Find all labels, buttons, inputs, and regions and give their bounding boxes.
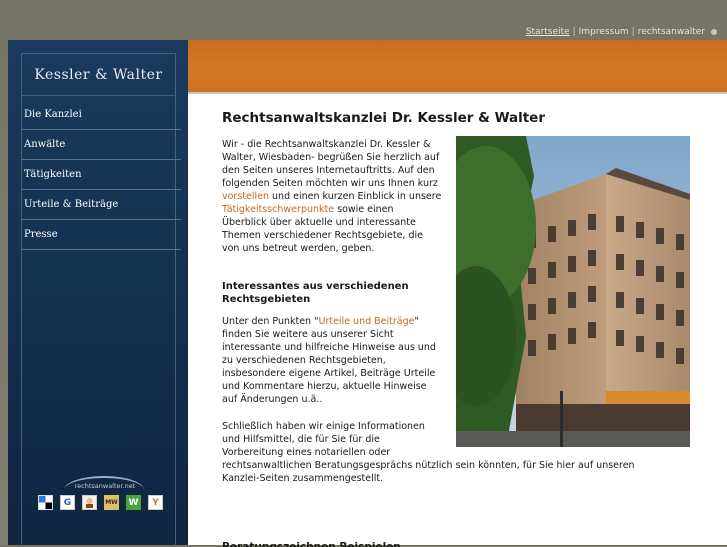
text-line: interessante und hilfreiche Hinweise aus…	[222, 342, 436, 353]
text-fragment: sowie einen	[334, 204, 394, 215]
misterwong-icon[interactable]	[82, 495, 97, 510]
yigg-glyph: Y	[152, 497, 159, 508]
google-glyph: G	[63, 497, 72, 508]
bookmark-icons: G MW W Y	[38, 495, 163, 510]
building-photo	[456, 136, 690, 447]
nav-item-presse[interactable]: Presse	[22, 220, 181, 250]
mrwong-icon[interactable]: MW	[104, 495, 119, 510]
brand-logo[interactable]: Kessler & Walter	[22, 67, 175, 83]
yigg-icon[interactable]: Y	[148, 495, 163, 510]
heading-line: Rechtsgebieten	[222, 294, 311, 305]
text-line: insbesondere eigene Artikel, Beiträge Ur…	[222, 368, 436, 379]
webnews-glyph: W	[128, 497, 139, 508]
main-content: Rechtsanwaltskanzlei Dr. Kessler & Walte…	[188, 92, 727, 547]
text-line: Kanzlei-Seiten zusammengestellt.	[222, 473, 384, 484]
nav-item-taetigkeiten[interactable]: Tätigkeiten	[22, 160, 181, 190]
text-line: Überblick über aktuelle und interessante	[222, 217, 416, 228]
section-heading: Interessantes aus verschiedenen Rechtsge…	[222, 280, 409, 306]
sidebar: Kessler & Walter Die Kanzlei Anwälte Tät…	[8, 40, 189, 546]
text-fragment: "	[414, 316, 419, 327]
link-rechtsanwalter[interactable]: rechtsanwalter	[638, 27, 705, 37]
hilfsmittel-paragraph: Schließlich haben wir einige Information…	[222, 420, 702, 485]
text-line: Schließlich haben wir einige Information…	[222, 421, 425, 432]
link-startseite[interactable]: Startseite	[526, 27, 570, 37]
text-fragment: Unter den Punkten "	[222, 316, 319, 327]
intro-paragraph: Wir - die Rechtsanwaltskanzlei Dr. Kessl…	[222, 138, 454, 255]
main-nav: Die Kanzlei Anwälte Tätigkeiten Urteile …	[22, 100, 181, 250]
separator: |	[631, 27, 635, 37]
text-line: vorstellen und einen kurzen Einblick in …	[222, 190, 454, 203]
text-fragment: und einen kurzen Einblick in unsere	[269, 191, 442, 202]
logo-text: rechtsanwalter.net	[74, 482, 136, 490]
text-line: Tätigkeitsschwerpunkte sowie einen	[222, 203, 454, 216]
delicious-icon[interactable]	[38, 495, 53, 510]
link-impressum[interactable]: Impressum	[579, 27, 629, 37]
link-urteile-und-beitraege[interactable]: Urteile und Beiträge	[318, 316, 414, 327]
text-line: und Hilfsmittel, die für Sie für die	[222, 434, 380, 445]
bullet-icon	[711, 29, 717, 35]
text-line: Wir - die Rechtsanwaltskanzlei Dr. Kessl…	[222, 139, 431, 150]
mrwong-glyph: MW	[105, 499, 118, 506]
nav-item-urteile-beitraege[interactable]: Urteile & Beiträge	[22, 190, 181, 220]
text-line: folgenden Seiten möchten wir uns Ihnen k…	[222, 178, 438, 189]
nav-item-anwaelte[interactable]: Anwälte	[22, 130, 181, 160]
nav-item-die-kanzlei[interactable]: Die Kanzlei	[22, 100, 181, 130]
next-section-heading: Beratungszeichnen Beispielen	[222, 541, 401, 547]
divider	[22, 95, 175, 96]
top-links: Startseite | Impressum | rechtsanwalter	[526, 27, 717, 37]
text-line: den Seiten unseres Internetauftritts. Au…	[222, 165, 435, 176]
text-line: auf Änderungen u.ä..	[222, 394, 323, 405]
text-line: Walter, Wiesbaden- begrüßen Sie herzlich…	[222, 152, 440, 163]
google-icon[interactable]: G	[60, 495, 75, 510]
heading-line: Interessantes aus verschiedenen	[222, 281, 409, 292]
brand-name: Kessler & Walter	[34, 67, 163, 83]
text-line: finden Sie weitere aus unserer Sicht	[222, 329, 394, 340]
article: Rechtsanwaltskanzlei Dr. Kessler & Walte…	[222, 110, 682, 126]
text-line: von uns betreut werden, geben.	[222, 243, 375, 254]
text-line: Vorbereitung eines notariellen oder	[222, 447, 391, 458]
rechtsanwalter-net-logo[interactable]: rechtsanwalter.net	[60, 476, 150, 494]
webnews-icon[interactable]: W	[126, 495, 141, 510]
link-vorstellen[interactable]: vorstellen	[222, 191, 269, 202]
urteile-paragraph: Unter den Punkten "Urteile und Beiträge"…	[222, 315, 454, 406]
page-title: Rechtsanwaltskanzlei Dr. Kessler & Walte…	[222, 110, 545, 126]
text-line: Themen verschiedener Rechtsgebiete, die	[222, 230, 423, 241]
header-banner	[188, 40, 727, 92]
text-line: rechtsanwaltlichen Beratungsgesprächs nü…	[222, 460, 635, 471]
text-line: zu verschiedenen Rechtsgebieten,	[222, 355, 386, 366]
link-taetigkeitsschwerpunkte[interactable]: Tätigkeitsschwerpunkte	[222, 204, 334, 215]
text-line: und Kommentare hierzu, aktuelle Hinweise	[222, 381, 427, 392]
separator: |	[572, 27, 576, 37]
text-line: Unter den Punkten "Urteile und Beiträge"	[222, 315, 454, 328]
